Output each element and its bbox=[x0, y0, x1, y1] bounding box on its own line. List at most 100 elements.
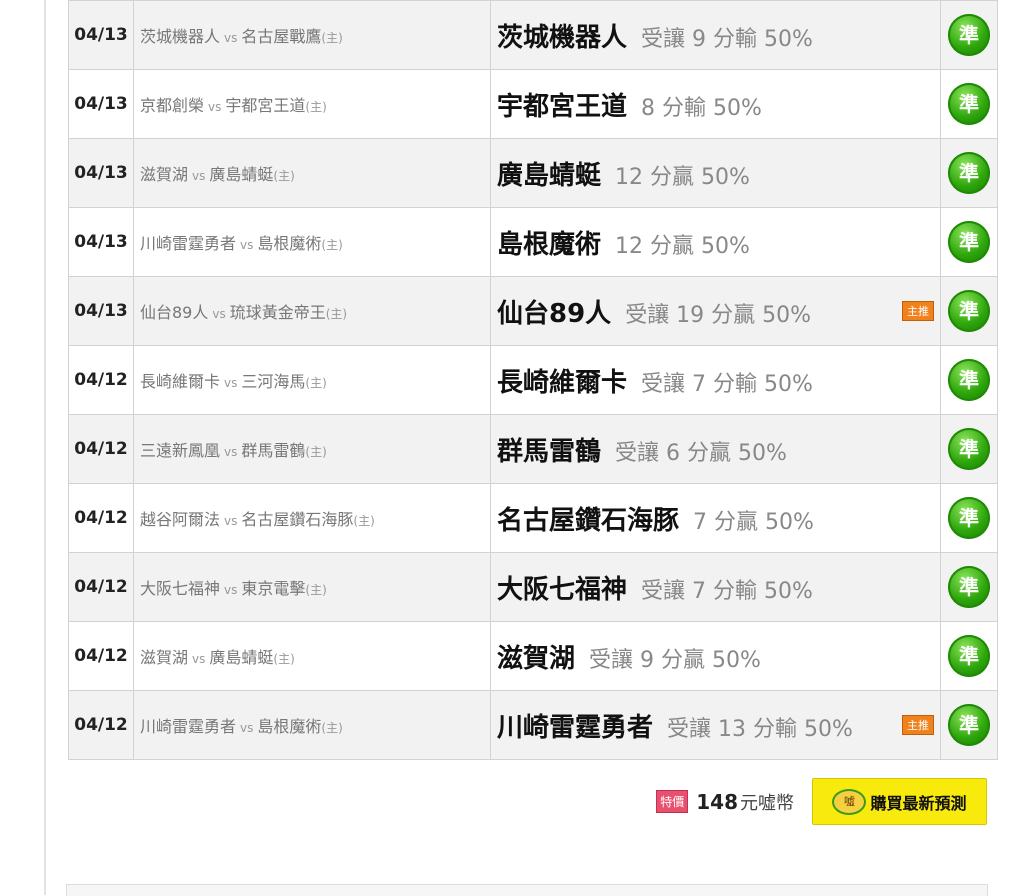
table-row: 04/12 三遠新鳳凰 vs 群馬雷鶴(主) 群馬雷鶴 受讓 6 分贏 50% 準 bbox=[68, 414, 998, 484]
left-border bbox=[0, 0, 46, 895]
purchase-bar: 特價 148 元噓幣 噓 購買最新預測 bbox=[656, 778, 987, 825]
host-marker: (主) bbox=[305, 583, 327, 597]
matchup: 仙台89人 vs 琉球黃金帝王(主) bbox=[133, 276, 491, 346]
host-marker: (主) bbox=[305, 445, 327, 459]
prediction: 仙台89人 受讓 19 分贏 50% 主推 bbox=[490, 276, 941, 346]
vs-label: vs bbox=[240, 721, 254, 735]
result-cell: 準 bbox=[940, 414, 998, 484]
away-team: 滋賀湖 bbox=[140, 165, 189, 184]
prediction: 茨城機器人 受讓 9 分輸 50% bbox=[490, 0, 941, 70]
accurate-badge-icon: 準 bbox=[948, 14, 990, 56]
buy-latest-prediction-button[interactable]: 噓 購買最新預測 bbox=[812, 778, 987, 825]
vs-label: vs bbox=[224, 583, 238, 597]
matchup: 茨城機器人 vs 名古屋戰鷹(主) bbox=[133, 0, 491, 70]
away-team: 滋賀湖 bbox=[140, 648, 189, 667]
prediction-line: 12 分贏 50% bbox=[615, 233, 750, 259]
game-date: 04/12 bbox=[68, 621, 134, 691]
prediction-line: 7 分贏 50% bbox=[693, 509, 814, 535]
table-row: 04/12 川崎雷霆勇者 vs 島根魔術(主) 川崎雷霆勇者 受讓 13 分輸 50% 主推… bbox=[68, 690, 998, 760]
matchup: 京都創榮 vs 宇都宮王道(主) bbox=[133, 69, 491, 139]
accurate-badge-icon: 準 bbox=[948, 497, 990, 539]
special-price-tag: 特價 bbox=[656, 790, 689, 813]
accurate-badge-icon: 準 bbox=[948, 221, 990, 263]
accurate-badge-icon: 準 bbox=[948, 635, 990, 677]
price-unit: 元噓幣 bbox=[740, 792, 794, 814]
accurate-badge-icon: 準 bbox=[948, 428, 990, 470]
table-row: 04/12 滋賀湖 vs 廣島蜻蜓(主) 滋賀湖 受讓 9 分贏 50% 準 bbox=[68, 621, 998, 691]
result-cell: 準 bbox=[940, 207, 998, 277]
table-row: 04/13 京都創榮 vs 宇都宮王道(主) 宇都宮王道 8 分輸 50% 準 bbox=[68, 69, 998, 139]
away-team: 三遠新鳳凰 bbox=[140, 441, 221, 460]
featured-tag: 主推 bbox=[902, 715, 934, 735]
home-team: 群馬雷鶴 bbox=[241, 441, 306, 460]
vs-label: vs bbox=[192, 652, 206, 666]
away-team: 仙台89人 bbox=[140, 303, 209, 322]
table-row: 04/13 仙台89人 vs 琉球黃金帝王(主) 仙台89人 受讓 19 分贏 50% 主推… bbox=[68, 276, 998, 346]
home-team: 廣島蜻蜓 bbox=[209, 648, 274, 667]
matchup: 滋賀湖 vs 廣島蜻蜓(主) bbox=[133, 621, 491, 691]
result-cell: 準 bbox=[940, 276, 998, 346]
away-team: 長崎維爾卡 bbox=[140, 372, 221, 391]
host-marker: (主) bbox=[305, 100, 327, 114]
prediction: 宇都宮王道 8 分輸 50% bbox=[490, 69, 941, 139]
result-cell: 準 bbox=[940, 552, 998, 622]
accurate-badge-icon: 準 bbox=[948, 83, 990, 125]
table-row: 04/13 川崎雷霆勇者 vs 島根魔術(主) 島根魔術 12 分贏 50% 準 bbox=[68, 207, 998, 277]
prediction-table: 04/13 茨城機器人 vs 名古屋戰鷹(主) 茨城機器人 受讓 9 分輸 50% 準 04/… bbox=[68, 0, 998, 760]
accurate-badge-icon: 準 bbox=[948, 290, 990, 332]
predicted-team: 茨城機器人 bbox=[497, 22, 628, 53]
result-cell: 準 bbox=[940, 690, 998, 760]
host-marker: (主) bbox=[321, 721, 343, 735]
away-team: 大阪七福神 bbox=[140, 579, 221, 598]
away-team: 茨城機器人 bbox=[140, 27, 221, 46]
home-team: 三河海馬 bbox=[241, 372, 306, 391]
prediction-line: 8 分輸 50% bbox=[641, 95, 762, 121]
prediction-line: 受讓 19 分贏 50% bbox=[625, 302, 812, 328]
predicted-team: 滋賀湖 bbox=[497, 643, 576, 674]
game-date: 04/12 bbox=[68, 414, 134, 484]
home-team: 東京電擊 bbox=[241, 579, 306, 598]
prediction-line: 受讓 7 分輸 50% bbox=[641, 371, 813, 397]
accurate-badge-icon: 準 bbox=[948, 359, 990, 401]
game-date: 04/13 bbox=[68, 138, 134, 208]
vs-label: vs bbox=[224, 445, 238, 459]
result-cell: 準 bbox=[940, 621, 998, 691]
host-marker: (主) bbox=[325, 307, 348, 321]
home-team: 廣島蜻蜓 bbox=[209, 165, 274, 184]
prediction: 滋賀湖 受讓 9 分贏 50% bbox=[490, 621, 941, 691]
next-panel bbox=[66, 884, 988, 896]
predicted-team: 仙台89人 bbox=[497, 298, 612, 329]
featured-tag: 主推 bbox=[902, 301, 934, 321]
prediction-line: 受讓 7 分輸 50% bbox=[641, 578, 813, 604]
away-team: 川崎雷霆勇者 bbox=[140, 234, 237, 253]
vs-label: vs bbox=[224, 514, 238, 528]
table-row: 04/13 滋賀湖 vs 廣島蜻蜓(主) 廣島蜻蜓 12 分贏 50% 準 bbox=[68, 138, 998, 208]
prediction: 島根魔術 12 分贏 50% bbox=[490, 207, 941, 277]
matchup: 川崎雷霆勇者 vs 島根魔術(主) bbox=[133, 207, 491, 277]
vs-label: vs bbox=[192, 169, 206, 183]
away-team: 越谷阿爾法 bbox=[140, 510, 221, 529]
host-marker: (主) bbox=[305, 376, 327, 390]
table-row: 04/12 長崎維爾卡 vs 三河海馬(主) 長崎維爾卡 受讓 7 分輸 50% 準 bbox=[68, 345, 998, 415]
matchup: 滋賀湖 vs 廣島蜻蜓(主) bbox=[133, 138, 491, 208]
result-cell: 準 bbox=[940, 69, 998, 139]
prediction: 群馬雷鶴 受讓 6 分贏 50% bbox=[490, 414, 941, 484]
prediction: 廣島蜻蜓 12 分贏 50% bbox=[490, 138, 941, 208]
game-date: 04/13 bbox=[68, 69, 134, 139]
host-marker: (主) bbox=[353, 514, 375, 528]
away-team: 川崎雷霆勇者 bbox=[140, 717, 237, 736]
game-date: 04/12 bbox=[68, 552, 134, 622]
predicted-team: 川崎雷霆勇者 bbox=[497, 712, 654, 743]
predicted-team: 宇都宮王道 bbox=[497, 91, 628, 122]
matchup: 三遠新鳳凰 vs 群馬雷鶴(主) bbox=[133, 414, 491, 484]
predicted-team: 長崎維爾卡 bbox=[497, 367, 628, 398]
home-team: 琉球黃金帝王 bbox=[229, 303, 326, 322]
prediction-line: 受讓 13 分輸 50% bbox=[667, 716, 853, 742]
predicted-team: 島根魔術 bbox=[497, 229, 602, 260]
prediction: 長崎維爾卡 受讓 7 分輸 50% bbox=[490, 345, 941, 415]
game-date: 04/13 bbox=[68, 276, 134, 346]
host-marker: (主) bbox=[321, 238, 343, 252]
prediction: 大阪七福神 受讓 7 分輸 50% bbox=[490, 552, 941, 622]
vs-label: vs bbox=[224, 376, 238, 390]
vs-label: vs bbox=[212, 307, 226, 321]
